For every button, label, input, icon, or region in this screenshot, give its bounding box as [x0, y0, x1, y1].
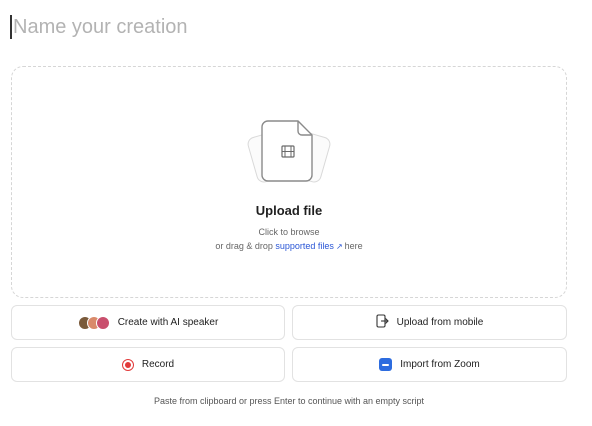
create-with-ai-speaker-label: Create with AI speaker: [117, 317, 219, 328]
record-button[interactable]: Record: [11, 347, 285, 382]
text-caret: [10, 15, 12, 39]
footer-hint-text: Paste from clipboard or press Enter to c…: [153, 396, 425, 406]
upload-dropzone[interactable]: Upload file Click to browse or drag & dr…: [11, 66, 567, 298]
create-with-ai-speaker-button[interactable]: Create with AI speaker: [11, 305, 285, 340]
import-from-zoom-button[interactable]: Import from Zoom: [292, 347, 567, 382]
drag-drop-suffix: here: [344, 241, 363, 251]
upload-from-mobile-button[interactable]: Upload from mobile: [292, 305, 567, 340]
external-link-icon: ↗: [335, 242, 343, 251]
import-from-zoom-label: Import from Zoom: [400, 359, 480, 370]
upload-from-mobile-label: Upload from mobile: [396, 317, 484, 328]
title-row: [10, 12, 580, 42]
creation-name-input[interactable]: [13, 15, 553, 39]
upload-file-title: Upload file: [255, 203, 323, 218]
click-to-browse-text: Click to browse: [258, 227, 320, 237]
upload-mobile-icon: [376, 314, 389, 331]
ai-speaker-avatars-icon: [77, 315, 110, 330]
supported-files-link[interactable]: supported files: [275, 241, 334, 251]
drag-drop-text: or drag & drop supported files ↗ here: [215, 241, 362, 251]
record-label: Record: [141, 359, 175, 370]
file-upload-icon: [246, 117, 332, 187]
record-icon: [121, 358, 134, 371]
zoom-icon: [379, 358, 393, 371]
drag-drop-prefix: or drag & drop: [215, 241, 273, 251]
